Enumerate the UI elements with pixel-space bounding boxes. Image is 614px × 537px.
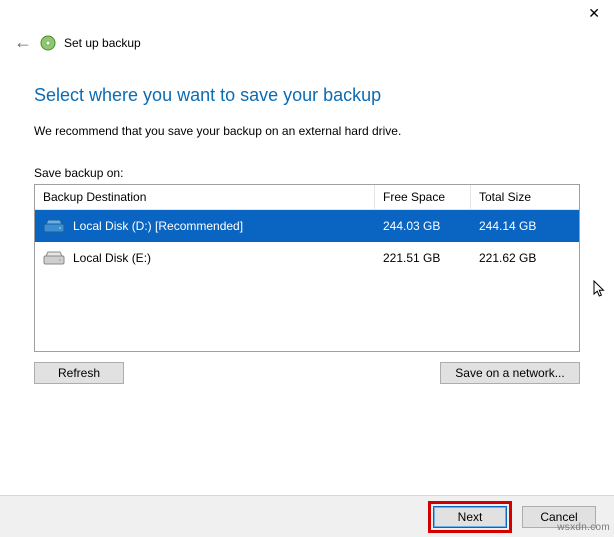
hard-drive-icon [43, 218, 65, 234]
drive-label: Local Disk (D:) [Recommended] [73, 219, 243, 233]
table-row[interactable]: Local Disk (E:) 221.51 GB 221.62 GB [35, 242, 579, 274]
list-label: Save backup on: [34, 166, 580, 180]
hard-drive-icon [43, 250, 65, 266]
back-arrow-icon[interactable]: ← [14, 32, 32, 53]
page-description: We recommend that you save your backup o… [34, 124, 580, 138]
dialog-footer: Next Cancel [0, 495, 614, 537]
drive-label: Local Disk (E:) [73, 251, 151, 265]
col-header-destination[interactable]: Backup Destination [35, 185, 375, 209]
cancel-button[interactable]: Cancel [522, 506, 596, 528]
drive-total-size: 244.14 GB [471, 214, 579, 238]
refresh-button[interactable]: Refresh [34, 362, 124, 384]
close-icon[interactable]: ✕ [582, 4, 606, 22]
page-heading: Select where you want to save your backu… [34, 85, 580, 106]
backup-destination-table: Backup Destination Free Space Total Size… [34, 184, 580, 352]
window-title: Set up backup [64, 36, 141, 50]
drive-total-size: 221.62 GB [471, 246, 579, 270]
table-row[interactable]: Local Disk (D:) [Recommended] 244.03 GB … [35, 210, 579, 242]
drive-free-space: 244.03 GB [375, 214, 471, 238]
drive-free-space: 221.51 GB [375, 246, 471, 270]
save-on-network-button[interactable]: Save on a network... [440, 362, 580, 384]
backup-disc-icon [40, 35, 56, 51]
col-header-free-space[interactable]: Free Space [375, 185, 471, 209]
col-header-total-size[interactable]: Total Size [471, 185, 579, 209]
next-button-highlight: Next [428, 501, 512, 533]
table-header-row: Backup Destination Free Space Total Size [35, 185, 579, 210]
next-button[interactable]: Next [433, 506, 507, 528]
